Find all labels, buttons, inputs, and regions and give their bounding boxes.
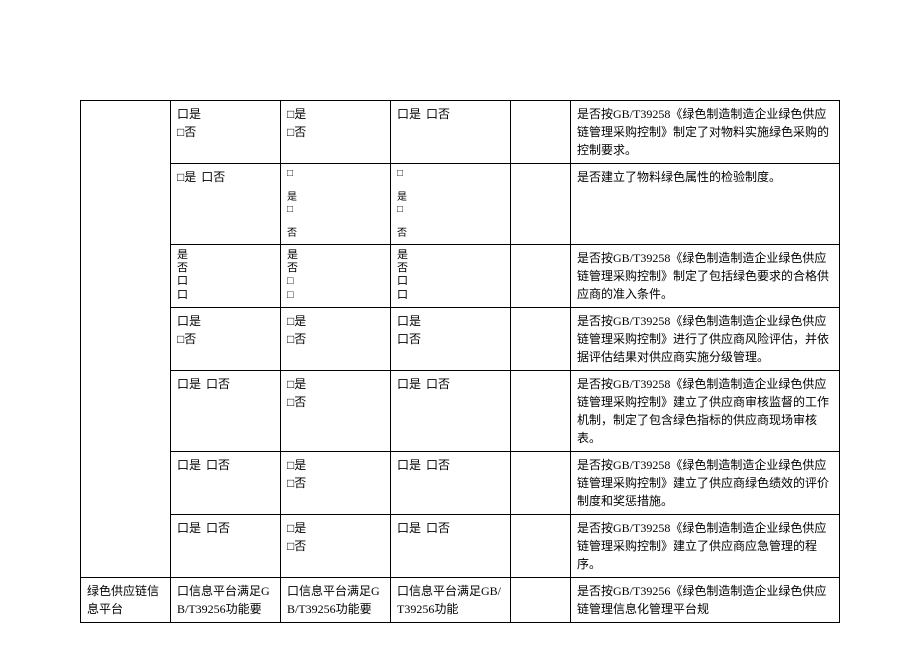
table-row: 口是 口否 □是 □否 口是 口否 是否按GB/T39258《绿色制造制造企业绿…	[81, 371, 840, 452]
checkbox-yes[interactable]: □是	[287, 375, 384, 393]
empty-cell	[511, 245, 571, 308]
check-cell: 口是 口否	[391, 515, 511, 578]
check-cell: □ 是 □ 否	[391, 164, 511, 245]
platform-cell: 口信息平台满足GB/T39256功能要	[281, 578, 391, 623]
empty-cell	[511, 308, 571, 371]
checkbox-yes[interactable]: □ 是	[287, 168, 384, 204]
checkbox-yes[interactable]: 口是	[397, 458, 421, 472]
checkbox-no[interactable]: □否	[287, 537, 384, 555]
checkbox-no[interactable]: □否	[177, 123, 274, 141]
checkbox-no[interactable]: 口否	[201, 170, 225, 184]
desc-cell: 是否按GB/T39258《绿色制造制造企业绿色供应链管理采购控制》建立了供应商绿…	[571, 452, 840, 515]
check-cell: 是 否 □ □	[281, 245, 391, 308]
check-cell: □ 是 □ 否	[281, 164, 391, 245]
checkbox-no[interactable]: 口否	[426, 377, 450, 391]
checkbox-yes[interactable]: 口是	[397, 312, 504, 330]
checkbox-yes[interactable]: □是	[287, 456, 384, 474]
desc-cell: 是否按GB/T39258《绿色制造制造企业绿色供应链管理采购控制》制定了包括绿色…	[571, 245, 840, 308]
desc-cell: 是否建立了物料绿色属性的检验制度。	[571, 164, 840, 245]
checkbox-no[interactable]: □ 否	[397, 204, 504, 240]
checkbox-yes[interactable]: 口是	[397, 521, 421, 535]
table-row: 绿色供应链信息平台 口信息平台满足GB/T39256功能要 口信息平台满足GB/…	[81, 578, 840, 623]
checkbox-yes[interactable]: 是	[287, 249, 384, 262]
table-row: 口是 口否 □是 □否 口是 口否 是否按GB/T39258《绿色制造制造企业绿…	[81, 515, 840, 578]
check-cell: 口是 口否	[171, 452, 281, 515]
check-cell: 口是 口否	[171, 515, 281, 578]
desc-cell: 是否按GB/T39258《绿色制造制造企业绿色供应链管理采购控制》建立了供应商应…	[571, 515, 840, 578]
check-cell: □是 □否	[281, 452, 391, 515]
desc-cell: 是否按GB/T39258《绿色制造制造企业绿色供应链管理采购控制》制定了对物料实…	[571, 101, 840, 164]
checkbox-no[interactable]: □ 否	[287, 204, 384, 240]
checkbox-no[interactable]: 口否	[206, 377, 230, 391]
checkbox-no[interactable]: 口否	[426, 458, 450, 472]
check-cell: □是 □否	[281, 371, 391, 452]
empty-cell	[511, 101, 571, 164]
check-cell: 口是 口否	[391, 101, 511, 164]
platform-cell: 口信息平台满足GB/T39256功能	[391, 578, 511, 623]
desc-cell: 是否按GB/T39258《绿色制造制造企业绿色供应链管理采购控制》建立了供应商审…	[571, 371, 840, 452]
empty-cell	[511, 371, 571, 452]
checkbox-no[interactable]: 口否	[206, 521, 230, 535]
checkbox-yes[interactable]: 口是	[397, 377, 421, 391]
table-row: □是 口否 □ 是 □ 否 □ 是 □ 否 是否建立了物料绿色属性的检验制度。	[81, 164, 840, 245]
empty-cell	[511, 164, 571, 245]
checkbox-no[interactable]: 口否	[426, 107, 450, 121]
checkbox-no[interactable]: 否	[287, 262, 384, 275]
checkbox-no[interactable]: 口否	[397, 330, 504, 348]
checkbox-yes[interactable]: 口是	[177, 312, 274, 330]
check-cell: 口是 口否	[391, 308, 511, 371]
checkbox-yes[interactable]: □是	[287, 519, 384, 537]
check-cell: 口是 口否	[171, 371, 281, 452]
checkbox-yes[interactable]: □ 是	[397, 168, 504, 204]
compliance-table: 口是 □否 □是 □否 口是 口否 是否按GB/T39258《绿色制造制造企业绿…	[80, 100, 840, 623]
empty-cell	[511, 578, 571, 623]
checkbox-yes[interactable]: 是	[397, 249, 504, 262]
check-cell: 口是 □否	[171, 101, 281, 164]
table-row: 口是 □否 □是 □否 口是 口否 是否按GB/T39258《绿色制造制造企业绿…	[81, 308, 840, 371]
checkbox-yes[interactable]: 口是	[177, 377, 201, 391]
check-cell: 是 否 口 口	[171, 245, 281, 308]
check-cell: 口是 □否	[171, 308, 281, 371]
checkbox-no[interactable]: □否	[287, 393, 384, 411]
checkbox-yes[interactable]: □是	[287, 312, 384, 330]
check-cell: 口是 口否	[391, 452, 511, 515]
checkbox-no[interactable]: 口否	[426, 521, 450, 535]
checkbox-yes[interactable]: 口是	[177, 521, 201, 535]
table-row: 是 否 口 口 是 否 □ □ 是 否 口 口	[81, 245, 840, 308]
desc-cell: 是否按GB/T39258《绿色制造制造企业绿色供应链管理采购控制》进行了供应商风…	[571, 308, 840, 371]
empty-cell	[511, 452, 571, 515]
checkbox-yes[interactable]: 口是	[177, 105, 274, 123]
platform-cell: 口信息平台满足GB/T39256功能要	[171, 578, 281, 623]
checkbox-no[interactable]: □否	[287, 123, 384, 141]
check-cell: □是 口否	[171, 164, 281, 245]
checkbox-no[interactable]: □否	[287, 330, 384, 348]
table-row: 口是 口否 □是 □否 口是 口否 是否按GB/T39258《绿色制造制造企业绿…	[81, 452, 840, 515]
empty-cell	[511, 515, 571, 578]
check-cell: 口是 口否	[391, 371, 511, 452]
checkbox-yes[interactable]: □是	[287, 105, 384, 123]
checkbox-yes[interactable]: □是	[177, 170, 196, 184]
check-cell: 是 否 口 口	[391, 245, 511, 308]
category-cell: 绿色供应链信息平台	[81, 578, 171, 623]
checkbox-yes[interactable]: 是	[177, 249, 274, 262]
checkbox-no[interactable]: 口否	[206, 458, 230, 472]
checkbox-no[interactable]: 否	[177, 262, 274, 275]
category-cell	[81, 101, 171, 578]
checkbox-no[interactable]: 否	[397, 262, 504, 275]
check-cell: □是 □否	[281, 308, 391, 371]
checkbox-yes[interactable]: 口是	[177, 458, 201, 472]
desc-cell: 是否按GB/T39256《绿色制造制造企业绿色供应链管理信息化管理平台规	[571, 578, 840, 623]
table-row: 口是 □否 □是 □否 口是 口否 是否按GB/T39258《绿色制造制造企业绿…	[81, 101, 840, 164]
checkbox-yes[interactable]: 口是	[397, 107, 421, 121]
checkbox-no[interactable]: □否	[177, 330, 274, 348]
check-cell: □是 □否	[281, 101, 391, 164]
check-cell: □是 □否	[281, 515, 391, 578]
checkbox-no[interactable]: □否	[287, 474, 384, 492]
